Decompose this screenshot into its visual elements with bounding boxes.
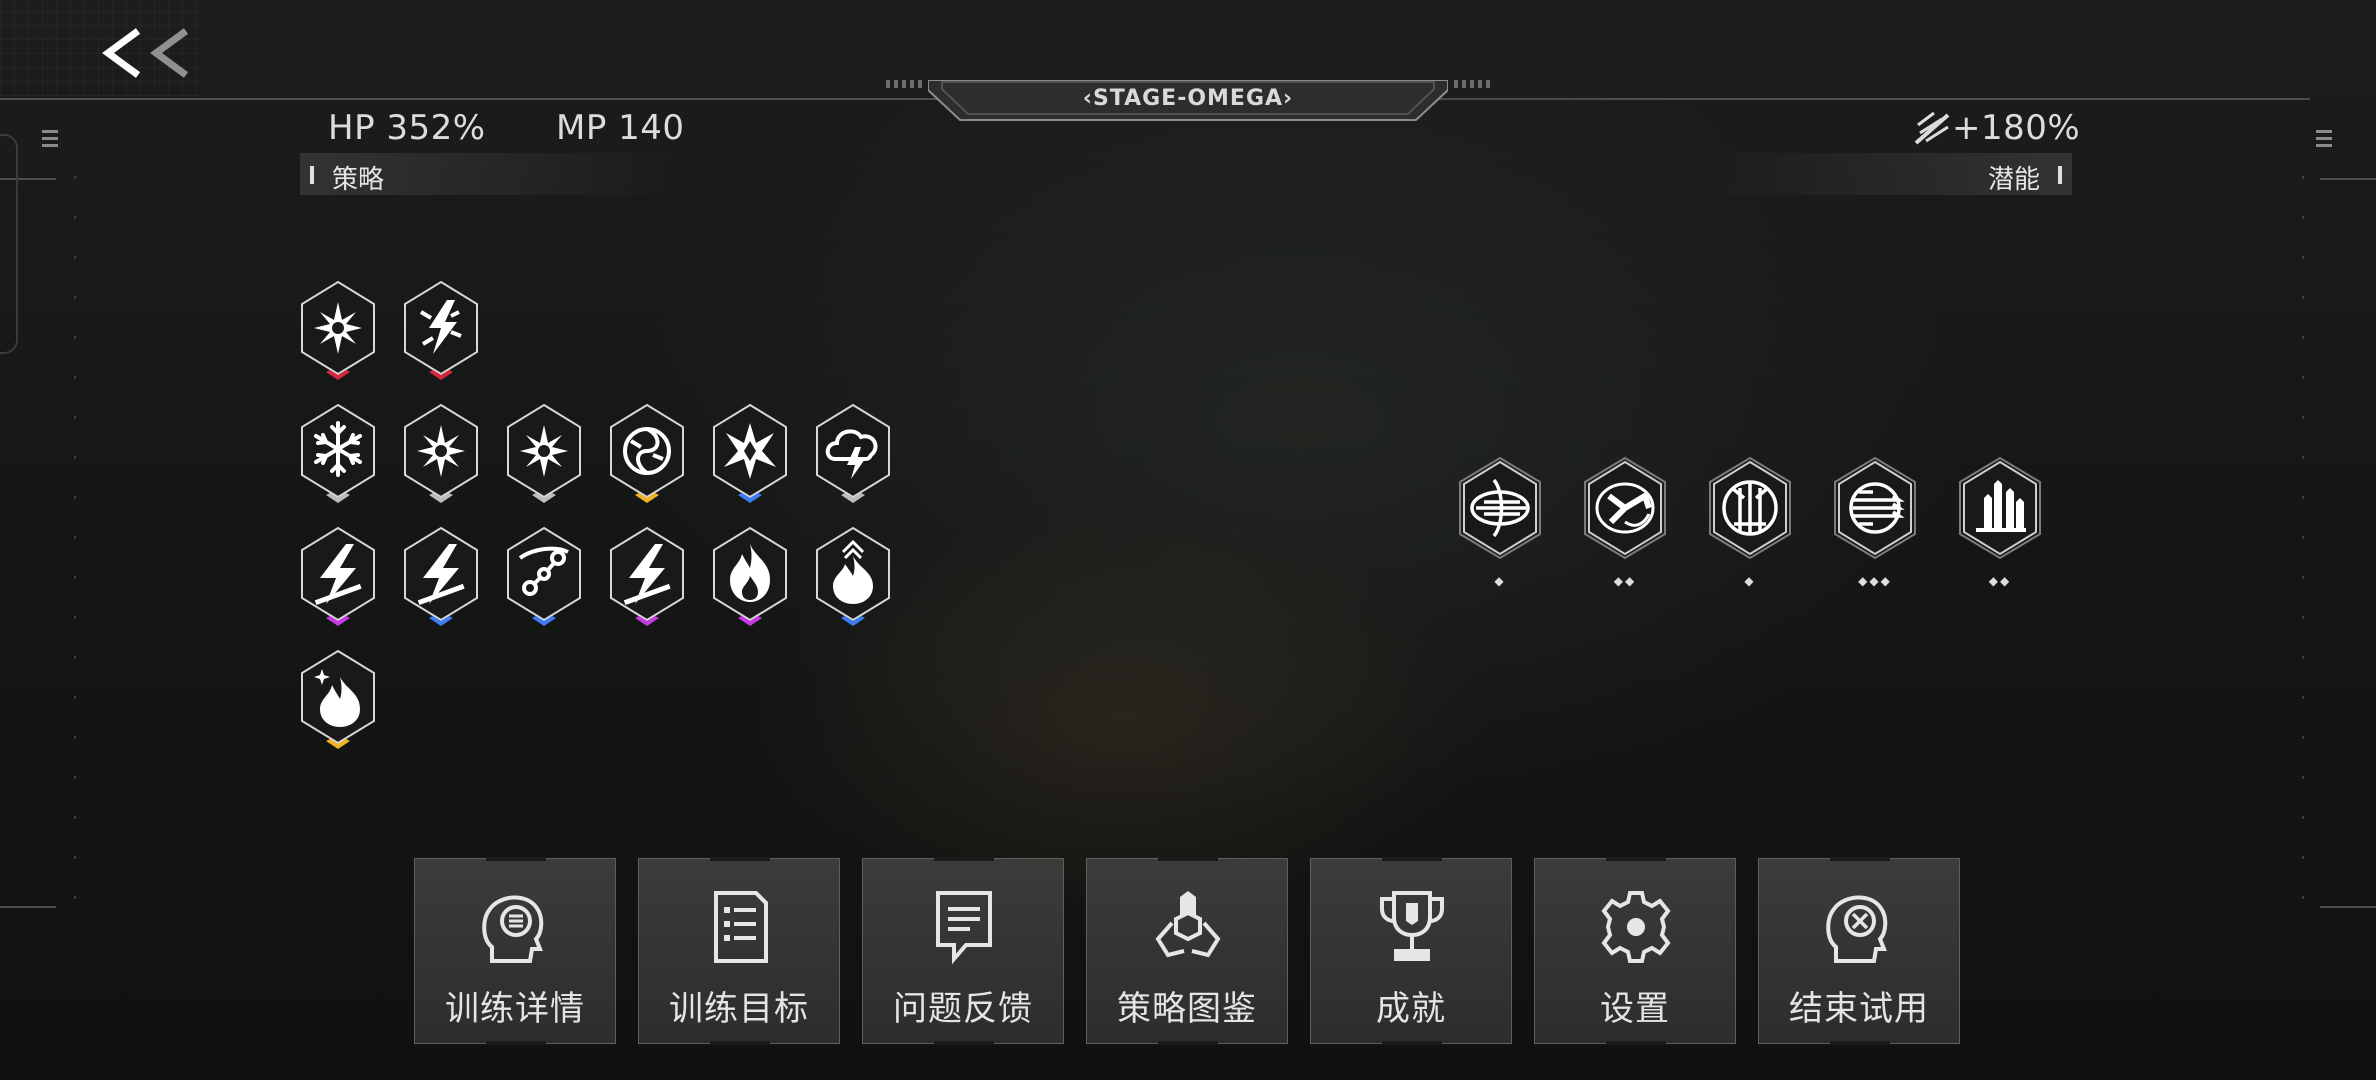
button-tab-bottom <box>1382 1041 1442 1045</box>
training-details-button[interactable]: 训练详情 <box>414 857 616 1045</box>
mp-stat: MP 140 <box>556 108 685 148</box>
settings-button[interactable]: 设置 <box>1534 857 1736 1045</box>
stage-plate: ‹STAGE-OMEGA› <box>928 80 1448 122</box>
left-tick-bottom <box>0 906 56 908</box>
potential-level: ◆◆ <box>1988 574 2012 588</box>
achievements-button[interactable]: 成就 <box>1310 857 1512 1045</box>
strategy-slot[interactable] <box>395 395 487 511</box>
strategy-header-pipe <box>310 166 314 184</box>
end-trial-label: 结束试用 <box>1789 990 1929 1028</box>
button-tab-bottom <box>486 1041 546 1045</box>
potential-bonus: +180% <box>1914 108 2080 148</box>
slash-burst-icon <box>1914 111 1950 145</box>
left-menu-icon <box>42 130 58 151</box>
potential-level: ◆ <box>1494 574 1506 588</box>
potential-level: ◆ <box>1744 574 1756 588</box>
potential-slot[interactable]: ◆ <box>1454 452 1554 588</box>
strategy-slot[interactable] <box>601 518 693 634</box>
stage-left-dashes <box>886 80 922 88</box>
strategy-slot[interactable] <box>292 641 384 757</box>
hp-stat: HP 352% <box>328 108 486 148</box>
gear-icon <box>1601 891 1671 963</box>
head-chat-icon <box>482 895 544 963</box>
strategy-slot[interactable] <box>601 395 693 511</box>
button-tab-top <box>486 857 546 861</box>
button-tab-bottom <box>1158 1041 1218 1045</box>
button-tab-top <box>1830 857 1890 861</box>
strategy-slot[interactable] <box>292 518 384 634</box>
strategy-atlas-label: 策略图鉴 <box>1117 990 1257 1028</box>
button-tab-bottom <box>1606 1041 1666 1045</box>
strategy-slot[interactable] <box>807 518 899 634</box>
strategy-atlas-button[interactable]: 策略图鉴 <box>1086 857 1288 1045</box>
potential-level: ◆◆ <box>1613 574 1637 588</box>
feedback-document-icon <box>936 891 992 965</box>
button-tab-top <box>934 857 994 861</box>
potential-slot[interactable]: ◆◆ <box>1954 452 2054 588</box>
list-document-icon <box>714 891 768 963</box>
left-edge-tab <box>0 134 18 354</box>
potential-header-pipe <box>2058 166 2062 184</box>
button-tab-bottom <box>1830 1041 1890 1045</box>
right-ruler <box>2302 176 2304 912</box>
potential-bonus-value: +180% <box>1952 108 2081 148</box>
potential-slot[interactable]: ◆◆◆ <box>1829 452 1929 588</box>
potential-section-label: 潜能 <box>1987 164 2040 194</box>
stage-title: ‹STAGE-OMEGA› <box>1082 86 1294 111</box>
right-tick-top <box>2320 178 2376 180</box>
training-goals-button[interactable]: 训练目标 <box>638 857 840 1045</box>
potential-slot[interactable]: ◆ <box>1704 452 1804 588</box>
left-ruler <box>74 176 76 912</box>
feedback-button[interactable]: 问题反馈 <box>862 857 1064 1045</box>
strategy-slot[interactable] <box>498 395 590 511</box>
head-cross-icon <box>1826 895 1888 963</box>
button-tab-top <box>1606 857 1666 861</box>
corner-grid-decoration <box>0 0 200 96</box>
potential-level: ◆◆◆ <box>1858 574 1892 588</box>
strategy-slot[interactable] <box>704 395 796 511</box>
strategy-slot[interactable] <box>807 395 899 511</box>
strategy-slot[interactable] <box>498 518 590 634</box>
feedback-label: 问题反馈 <box>893 990 1033 1028</box>
strategy-slot[interactable] <box>704 518 796 634</box>
strategy-slot[interactable] <box>292 395 384 511</box>
trophy-icon <box>1380 891 1444 961</box>
strategy-slot[interactable] <box>395 518 487 634</box>
button-tab-bottom <box>710 1041 770 1045</box>
right-menu-icon <box>2316 130 2332 151</box>
strategy-section-label: 策略 <box>332 164 385 194</box>
strategy-slot[interactable] <box>292 272 384 388</box>
right-tick-bottom <box>2320 906 2376 908</box>
button-tab-top <box>1158 857 1218 861</box>
potential-slot[interactable]: ◆◆ <box>1579 452 1679 588</box>
button-tab-top <box>710 857 770 861</box>
achievements-label: 成就 <box>1376 990 1446 1028</box>
potential-section-header: 潜能 <box>1700 153 2072 195</box>
strategy-section-header: 策略 <box>300 153 680 195</box>
settings-label: 设置 <box>1600 990 1670 1028</box>
stage-right-dashes <box>1454 80 1490 88</box>
training-goals-label: 训练目标 <box>669 990 809 1028</box>
button-tab-bottom <box>934 1041 994 1045</box>
training-details-label: 训练详情 <box>445 990 585 1028</box>
button-tab-top <box>1382 857 1442 861</box>
strategy-slot[interactable] <box>395 272 487 388</box>
strategy-atlas-icon <box>1155 891 1221 958</box>
end-trial-button[interactable]: 结束试用 <box>1758 857 1960 1045</box>
